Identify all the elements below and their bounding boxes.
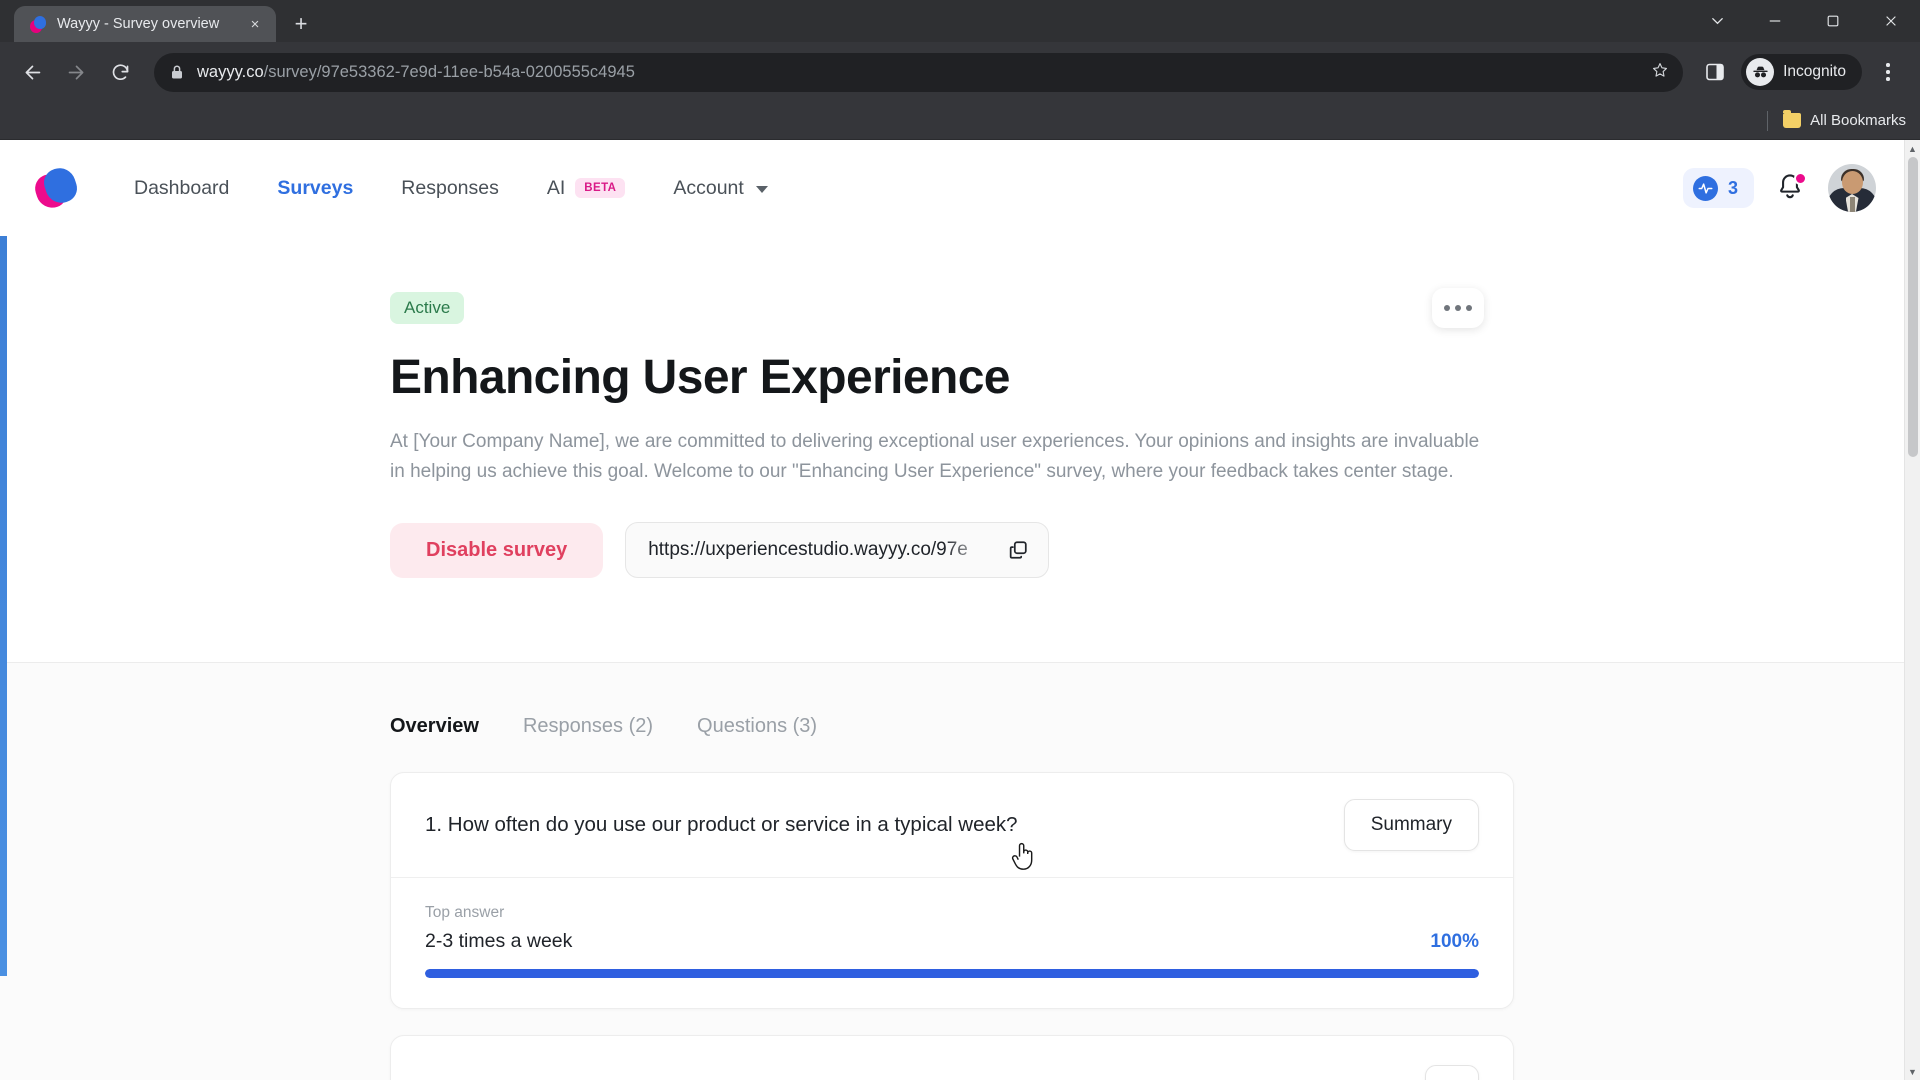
scrollbar-thumb[interactable] bbox=[1908, 157, 1918, 457]
url-domain: wayyy.co bbox=[197, 62, 264, 81]
more-options-button[interactable] bbox=[1432, 288, 1484, 328]
browser-titlebar: Wayyy - Survey overview × + bbox=[0, 0, 1920, 42]
nav-label: AI bbox=[546, 176, 566, 199]
all-bookmarks-label[interactable]: All Bookmarks bbox=[1810, 112, 1906, 129]
url-text: wayyy.co/survey/97e53362-7e9d-11ee-b54a-… bbox=[197, 63, 1638, 82]
summary-button[interactable] bbox=[1425, 1064, 1479, 1080]
back-icon[interactable] bbox=[12, 52, 52, 92]
new-tab-button[interactable]: + bbox=[284, 7, 318, 41]
survey-hero: Active Enhancing User Experience At [You… bbox=[0, 236, 1904, 664]
nav-item-surveys[interactable]: Surveys bbox=[253, 167, 377, 210]
nav-right-cluster: 3 bbox=[1682, 164, 1876, 212]
tab-responses[interactable]: Responses (2) bbox=[523, 715, 653, 742]
question-card: 1. How often do you use our product or s… bbox=[390, 772, 1514, 1010]
toolbar-right: Incognito bbox=[1695, 50, 1908, 94]
pulse-icon bbox=[1692, 175, 1718, 201]
side-panel-icon[interactable] bbox=[1695, 52, 1735, 92]
nav-links: Dashboard Surveys Responses AI BETA Acco… bbox=[110, 167, 792, 210]
tab-questions[interactable]: Questions (3) bbox=[697, 715, 817, 742]
tab-overview[interactable]: Overview bbox=[390, 715, 479, 742]
forward-icon[interactable] bbox=[56, 52, 96, 92]
scroll-up-arrow[interactable]: ▲ bbox=[1905, 140, 1920, 157]
survey-actions: Disable survey https://uxperiencestudio.… bbox=[390, 522, 1514, 579]
question-card-next bbox=[390, 1035, 1514, 1080]
answer-progress-fill bbox=[425, 969, 1479, 979]
share-url-text: https://uxperiencestudio.wayyy.co/97e bbox=[648, 539, 968, 561]
notifications-button[interactable] bbox=[1776, 172, 1807, 204]
question-card-header bbox=[391, 1036, 1513, 1080]
avatar[interactable] bbox=[1828, 164, 1876, 212]
question-card-body: Top answer 2-3 times a week 100% bbox=[391, 878, 1513, 1008]
nav-label: Responses bbox=[401, 176, 499, 199]
nav-label: Surveys bbox=[277, 176, 354, 199]
summary-button[interactable]: Summary bbox=[1343, 799, 1479, 852]
nav-label: Account bbox=[673, 176, 744, 199]
wayyy-logo-icon bbox=[30, 15, 47, 33]
maximize-icon[interactable] bbox=[1804, 0, 1862, 42]
divider bbox=[1767, 110, 1769, 131]
scroll-down-arrow[interactable]: ▼ bbox=[1905, 1063, 1920, 1080]
top-answer-value: 2-3 times a week bbox=[425, 930, 573, 953]
top-answer-label: Top answer bbox=[425, 904, 505, 922]
disable-survey-button[interactable]: Disable survey bbox=[390, 522, 604, 578]
close-window-icon[interactable] bbox=[1862, 0, 1920, 42]
window-controls bbox=[1688, 0, 1920, 42]
incognito-profile-button[interactable]: Incognito bbox=[1741, 54, 1862, 90]
copy-icon[interactable] bbox=[1002, 534, 1034, 566]
notification-dot bbox=[1794, 172, 1807, 185]
nav-item-ai[interactable]: AI BETA bbox=[523, 167, 650, 210]
question-text: 1. How often do you use our product or s… bbox=[425, 813, 1018, 837]
question-card-header: 1. How often do you use our product or s… bbox=[391, 773, 1513, 879]
reload-icon[interactable] bbox=[100, 52, 140, 92]
top-answer-row: 2-3 times a week 100% bbox=[425, 930, 1479, 953]
answer-progress-track bbox=[425, 969, 1479, 979]
nav-label: Dashboard bbox=[134, 176, 230, 199]
app-navbar: Dashboard Surveys Responses AI BETA Acco… bbox=[0, 140, 1904, 236]
share-url-field[interactable]: https://uxperiencestudio.wayyy.co/97e bbox=[625, 522, 1050, 579]
tab-title: Wayyy - Survey overview bbox=[57, 16, 220, 32]
survey-detail-section: Overview Responses (2) Questions (3) 1. … bbox=[0, 663, 1904, 1080]
left-accent-strip bbox=[0, 236, 7, 976]
folder-icon bbox=[1783, 110, 1802, 128]
wayyy-logo-icon[interactable] bbox=[31, 164, 81, 212]
detail-tabs: Overview Responses (2) Questions (3) bbox=[390, 715, 1514, 742]
browser-toolbar: wayyy.co/survey/97e53362-7e9d-11ee-b54a-… bbox=[0, 42, 1920, 102]
top-answer-percent: 100% bbox=[1430, 931, 1479, 953]
minimize-icon[interactable] bbox=[1746, 0, 1804, 42]
status-badge: Active bbox=[390, 292, 465, 324]
page-viewport: Dashboard Surveys Responses AI BETA Acco… bbox=[0, 140, 1920, 1080]
nav-item-responses[interactable]: Responses bbox=[377, 167, 523, 210]
beta-badge: BETA bbox=[575, 178, 626, 198]
credits-badge[interactable]: 3 bbox=[1682, 168, 1754, 208]
page-scrollbar[interactable]: ▲ ▼ bbox=[1904, 140, 1920, 1080]
nav-item-dashboard[interactable]: Dashboard bbox=[110, 167, 253, 210]
credits-count: 3 bbox=[1727, 177, 1738, 198]
bookmark-star-icon[interactable] bbox=[1651, 61, 1669, 84]
incognito-icon bbox=[1746, 58, 1775, 86]
address-bar[interactable]: wayyy.co/survey/97e53362-7e9d-11ee-b54a-… bbox=[154, 52, 1684, 92]
survey-description: At [Your Company Name], we are committed… bbox=[390, 431, 1480, 482]
tab-search-chevron-icon[interactable] bbox=[1688, 0, 1746, 42]
chevron-down-icon bbox=[755, 186, 768, 193]
incognito-label: Incognito bbox=[1783, 63, 1846, 80]
close-icon[interactable]: × bbox=[244, 13, 266, 35]
page-title: Enhancing User Experience bbox=[390, 351, 1011, 404]
browser-window: Wayyy - Survey overview × + wayyy.co/sur… bbox=[0, 0, 1920, 1080]
url-path: /survey/97e53362-7e9d-11ee-b54a-0200555c… bbox=[263, 62, 635, 81]
lock-icon bbox=[170, 64, 184, 80]
bookmarks-bar: All Bookmarks bbox=[0, 102, 1920, 140]
app-page: Dashboard Surveys Responses AI BETA Acco… bbox=[0, 140, 1904, 1080]
browser-tab[interactable]: Wayyy - Survey overview × bbox=[14, 6, 276, 42]
browser-menu-icon[interactable] bbox=[1868, 50, 1908, 94]
nav-item-account[interactable]: Account bbox=[649, 167, 791, 210]
